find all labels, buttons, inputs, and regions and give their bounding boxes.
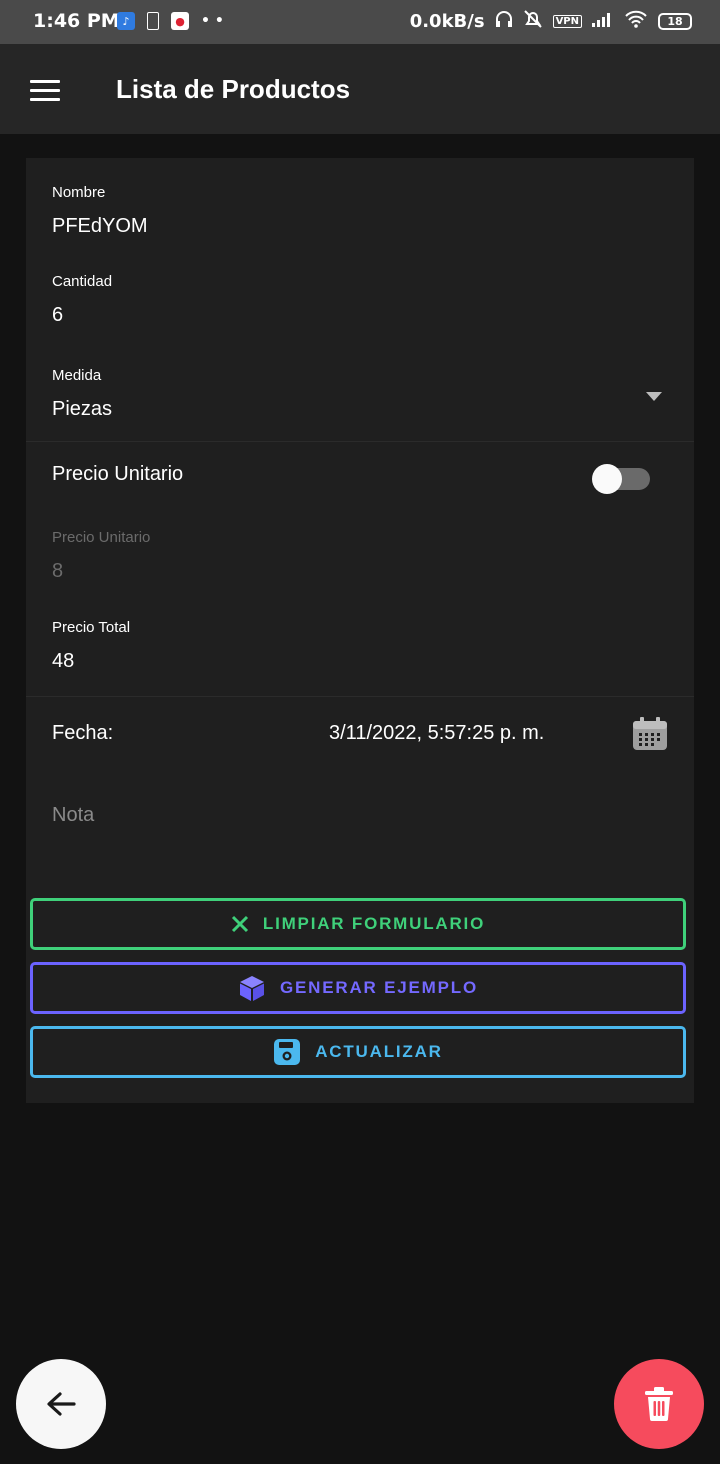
update-button[interactable]: ACTUALIZAR <box>30 1026 686 1078</box>
signal-icon <box>592 11 614 32</box>
save-icon <box>274 1039 301 1065</box>
precio-unitario-toggle-label: Precio Unitario <box>52 463 184 485</box>
arrow-left-icon <box>47 1392 76 1416</box>
medida-select[interactable]: Medida Piezas <box>52 367 672 421</box>
nombre-input[interactable]: PFEdYOM <box>52 215 672 238</box>
headphones-icon <box>495 10 513 33</box>
more-dots-icon: • • <box>201 13 224 29</box>
clear-form-button[interactable]: LIMPIAR FORMULARIO <box>30 898 686 950</box>
shield-icon: ● <box>171 12 189 30</box>
cantidad-field[interactable]: Cantidad 6 <box>52 273 672 327</box>
medida-value[interactable]: Piezas <box>52 398 672 421</box>
cantidad-label: Cantidad <box>52 273 113 290</box>
battery-icon: 18 <box>658 13 692 30</box>
page-title: Lista de Productos <box>116 74 351 104</box>
calendar-icon[interactable] <box>632 717 668 751</box>
nota-field[interactable]: Nota <box>52 804 94 827</box>
delete-button[interactable] <box>614 1359 704 1449</box>
precio-unitario-switch[interactable] <box>592 464 650 494</box>
precio-total-input[interactable]: 48 <box>52 650 672 673</box>
menu-button[interactable] <box>30 80 60 102</box>
precio-unitario-field: Precio Unitario 8 <box>52 529 672 583</box>
app-bar: Lista de Productos <box>0 44 720 134</box>
clear-form-label: LIMPIAR FORMULARIO <box>262 914 486 933</box>
phone-icon <box>147 12 159 30</box>
medida-label: Medida <box>52 367 102 384</box>
status-bar: 1:46 PM ♪ ● • • 0.0kB/s VPN 18 <box>0 0 720 44</box>
precio-total-field[interactable]: Precio Total 48 <box>52 619 672 673</box>
network-speed: 0.0kB/s <box>409 11 485 32</box>
fecha-value: 3/11/2022, 5:57:25 p. m. <box>329 722 545 744</box>
cube-icon <box>240 976 264 1001</box>
divider <box>26 441 694 442</box>
switch-knob <box>592 464 622 494</box>
fecha-label: Fecha: <box>52 722 114 744</box>
back-button[interactable] <box>16 1359 106 1449</box>
menu-icon <box>30 80 60 83</box>
divider <box>26 696 694 697</box>
status-right: 0.0kB/s VPN 18 <box>410 9 692 34</box>
generate-example-label: GENERAR EJEMPLO <box>280 978 478 997</box>
cantidad-input[interactable]: 6 <box>52 304 672 327</box>
notification-icons: ♪ ● • • <box>117 12 224 30</box>
wifi-icon <box>624 10 648 33</box>
precio-unitario-label: Precio Unitario <box>52 529 151 546</box>
vpn-icon: VPN <box>552 15 582 28</box>
precio-total-label: Precio Total <box>52 619 131 636</box>
product-form: Nombre PFEdYOM Cantidad 6 Medida Piezas … <box>26 158 694 1103</box>
trash-icon <box>645 1387 673 1421</box>
status-time: 1:46 PM <box>33 10 120 32</box>
dropdown-arrow-icon[interactable] <box>646 392 662 401</box>
precio-unitario-input: 8 <box>52 560 64 582</box>
mute-icon <box>523 9 543 34</box>
update-label: ACTUALIZAR <box>315 1042 443 1061</box>
close-icon <box>231 915 248 933</box>
generate-example-button[interactable]: GENERAR EJEMPLO <box>30 962 686 1014</box>
nombre-field[interactable]: Nombre PFEdYOM <box>52 184 672 238</box>
music-icon: ♪ <box>117 12 135 30</box>
nombre-label: Nombre <box>52 184 106 201</box>
